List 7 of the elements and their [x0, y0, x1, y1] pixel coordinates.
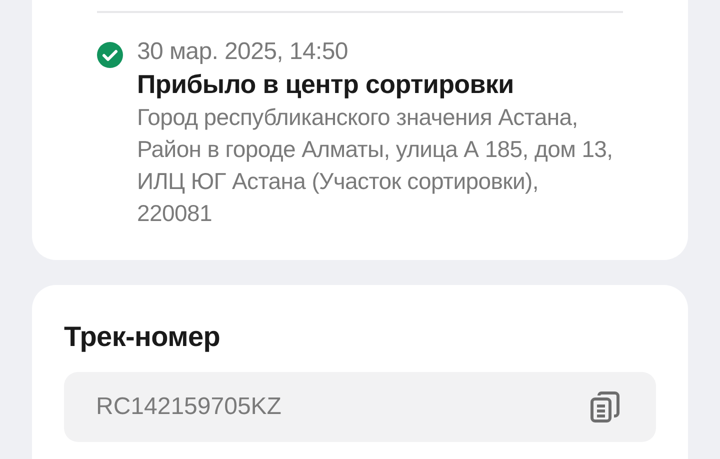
tracking-number-field[interactable]: RC142159705KZ: [64, 372, 656, 442]
event-title: Прибыло в центр сортировки: [137, 68, 515, 101]
copy-icon[interactable]: [590, 391, 620, 423]
event-address: Город республиканского значения Астана, Район в городе Алматы, улица А 185, дом 13, ИЛЦ ЮГ Астана (Участок сортировки), 220081: [137, 103, 614, 228]
tracking-heading: Трек-номер: [64, 320, 222, 354]
event-date: 30 мар. 2025, 14:50: [137, 37, 349, 67]
tracking-number: RC142159705KZ: [96, 392, 282, 422]
